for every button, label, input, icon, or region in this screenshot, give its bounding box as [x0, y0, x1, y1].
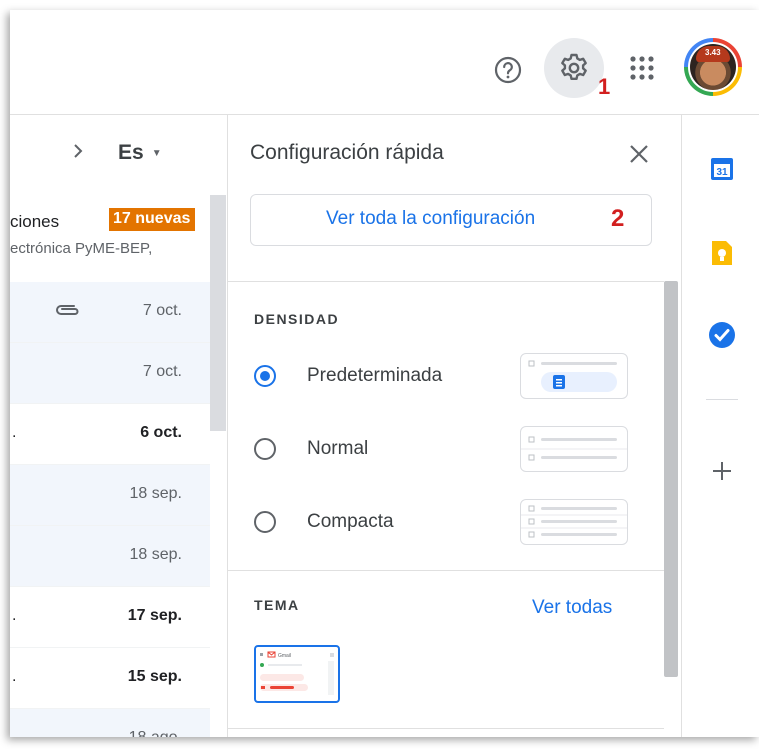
density-option-compact[interactable]: Compacta	[254, 499, 634, 549]
email-row[interactable]: 18 sep.	[10, 465, 210, 526]
email-row[interactable]: . 17 sep.	[10, 587, 210, 648]
theme-heading: TEMA	[254, 597, 300, 613]
promotions-label: ciones	[10, 212, 60, 231]
email-date: 18 ago.	[129, 729, 182, 737]
promotions-row[interactable]: ciones 17 nuevas ectrónica PyME-BEP,	[10, 190, 210, 282]
theme-thumbnail[interactable]: Gmail	[254, 645, 340, 703]
radio-default[interactable]	[254, 365, 276, 387]
tasks-app[interactable]	[708, 321, 736, 349]
email-sender-fragment: .	[12, 424, 17, 441]
caret-down-icon: ▼	[151, 147, 162, 159]
language-label: Es	[118, 141, 144, 164]
section-divider	[228, 728, 664, 729]
email-date: 17 sep.	[127, 607, 182, 624]
email-sender-fragment: .	[12, 607, 17, 624]
list-toolbar: Es ▼	[10, 115, 226, 190]
density-preview-normal	[520, 426, 628, 472]
email-row[interactable]: 18 sep.	[10, 526, 210, 587]
see-all-settings-button[interactable]: Ver toda la configuración 2	[250, 194, 652, 246]
see-all-settings-label: Ver toda la configuración	[326, 208, 536, 229]
density-label-normal: Normal	[307, 438, 369, 459]
email-row[interactable]: 7 oct.	[10, 343, 210, 404]
email-date: 18 sep.	[129, 485, 182, 502]
email-rows: 7 oct. 7 oct.. 6 oct. 18 sep. 18 sep.. 17 sep…	[10, 282, 210, 737]
density-label-compact: Compacta	[307, 511, 394, 532]
radio-compact[interactable]	[254, 511, 276, 533]
svg-text:31: 31	[716, 167, 728, 178]
see-all-themes-link[interactable]: Ver todas	[532, 597, 612, 619]
add-icon	[713, 462, 731, 480]
density-heading: DENSIDAD	[254, 311, 340, 327]
add-app-button[interactable]	[708, 457, 736, 485]
svg-text:Gmail: Gmail	[278, 653, 291, 659]
email-row[interactable]: . 6 oct.	[10, 404, 210, 465]
help-button[interactable]	[488, 50, 528, 90]
panel-scrollbar[interactable]	[664, 281, 678, 677]
keep-app[interactable]	[708, 239, 736, 267]
settings-button[interactable]	[544, 38, 604, 98]
email-list: Es ▼ ciones 17 nuevas ectrónica PyME-BEP…	[10, 115, 226, 737]
account-avatar[interactable]: 3.43	[684, 38, 742, 96]
tasks-icon	[709, 322, 735, 348]
input-tools-select[interactable]: Es ▼	[118, 141, 162, 165]
top-bar: 1 3.43	[10, 10, 759, 115]
section-divider	[228, 570, 664, 571]
keep-icon	[712, 241, 732, 265]
section-divider	[228, 281, 664, 282]
calendar-icon: 31	[711, 158, 733, 180]
side-apps-rail: 31	[681, 115, 759, 737]
gear-icon	[561, 53, 587, 80]
email-date: 15 sep.	[127, 668, 182, 685]
email-date: 6 oct.	[140, 424, 182, 441]
density-preview-default	[520, 353, 628, 399]
attachment-icon	[56, 305, 79, 315]
list-scrollbar[interactable]	[210, 195, 226, 431]
quick-settings-panel: Configuración rápida Ver toda la configu…	[227, 115, 681, 737]
apps-grid-icon	[630, 56, 654, 80]
annotation-step-1: 1	[598, 74, 611, 99]
email-row[interactable]: 7 oct.	[10, 282, 210, 343]
email-sender-fragment: .	[12, 729, 16, 737]
density-option-normal[interactable]: Normal	[254, 426, 634, 476]
radio-normal[interactable]	[254, 438, 276, 460]
email-date: 18 sep.	[129, 546, 182, 563]
email-row[interactable]: . 18 ago.	[10, 709, 210, 737]
close-icon[interactable]	[626, 141, 652, 167]
density-label-default: Predeterminada	[307, 365, 443, 386]
email-sender-fragment: .	[12, 668, 17, 685]
density-option-default[interactable]: Predeterminada	[254, 353, 634, 403]
apps-button[interactable]	[622, 48, 662, 88]
promotions-snippet: ectrónica PyME-BEP,	[10, 240, 153, 257]
rail-divider	[706, 399, 738, 400]
email-date: 7 oct.	[142, 302, 182, 319]
avatar-photo: 3.43	[690, 44, 736, 90]
avatar-cap-text: 3.43	[705, 48, 721, 57]
panel-title: Configuración rápida	[250, 141, 444, 164]
calendar-app[interactable]: 31	[708, 155, 736, 183]
annotation-step-2: 2	[611, 205, 625, 232]
email-row[interactable]: . 15 sep.	[10, 648, 210, 709]
gmail-window: 1 3.43 Es ▼ ciones 17 nuevas ectrónica P…	[10, 10, 759, 737]
email-date: 7 oct.	[142, 363, 182, 380]
density-preview-compact	[520, 499, 628, 545]
new-count-badge: 17 nuevas	[109, 208, 196, 231]
chevron-right-icon[interactable]	[70, 141, 86, 161]
help-icon	[494, 56, 522, 84]
